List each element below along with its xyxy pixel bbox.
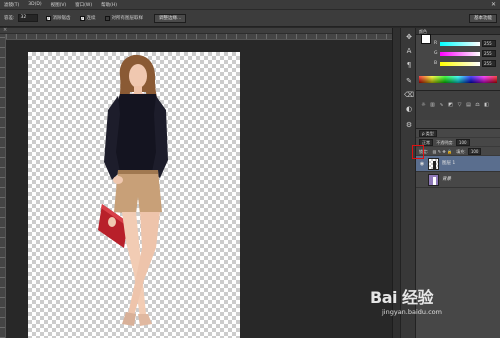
fill-field[interactable]: 100	[467, 148, 482, 155]
anti-alias-label: 消除锯齿	[52, 16, 71, 21]
blue-slider[interactable]	[440, 62, 480, 66]
close-tab-icon[interactable]: ×	[3, 27, 7, 33]
watermark-brand: Bai 经验	[370, 288, 434, 307]
menu-filter[interactable]: 滤镜(T)	[4, 2, 19, 8]
curves-icon[interactable]: ∿	[437, 101, 446, 109]
type-icon[interactable]: A	[404, 46, 414, 56]
menu-help[interactable]: 帮助(H)	[101, 2, 117, 8]
tolerance-label: 容差:	[4, 16, 15, 21]
color-panel: 颜色 R 255 G 255 B 255	[416, 28, 500, 90]
watermark-url: jingyan.baidu.com	[382, 308, 442, 316]
layer-filter-row: ρ 类型	[416, 129, 500, 138]
close-icon[interactable]: ✕	[489, 1, 498, 8]
visibility-highlight-box	[412, 145, 424, 159]
layer-name[interactable]: 背景	[442, 172, 451, 188]
hue-icon[interactable]: ▤	[464, 101, 473, 109]
fill-label: 填充:	[456, 149, 466, 154]
menu-bar: 滤镜(T) 3D(D) 视图(V) 窗口(W) 帮助(H) ✕	[0, 0, 500, 10]
eraser-icon[interactable]: ⌫	[404, 90, 414, 100]
adjustment-icons: ☼ ▥ ∿ ◩ ▽ ▤ ⚖ ◧	[419, 101, 497, 117]
blue-label: B	[434, 61, 438, 66]
menu-3d[interactable]: 3D(D)	[28, 2, 41, 7]
photoshop-window: 滤镜(T) 3D(D) 视图(V) 窗口(W) 帮助(H) ✕ 容差: 32 ✓…	[0, 0, 500, 338]
brightness-icon[interactable]: ☼	[419, 101, 428, 109]
exposure-icon[interactable]: ◩	[446, 101, 455, 109]
green-slider[interactable]	[440, 52, 480, 56]
red-label: R	[434, 41, 438, 46]
layer-name[interactable]: 图层 1	[442, 156, 455, 172]
tolerance-field[interactable]: 32	[17, 14, 38, 22]
foreground-swatch[interactable]	[421, 34, 431, 44]
layer-thumbnail	[428, 158, 439, 170]
balance-icon[interactable]: ⚖	[473, 101, 482, 109]
layer-row-background[interactable]: 背景	[416, 172, 500, 188]
opacity-label: 不透明度:	[436, 140, 454, 145]
anti-alias-checkbox[interactable]: ✓	[45, 15, 51, 21]
contiguous-label: 连续	[86, 16, 96, 21]
layer-thumbnail	[428, 174, 439, 186]
red-value[interactable]: 255	[482, 40, 496, 47]
lock-icons[interactable]: ▨ ✎ ✥ 🔒	[433, 149, 452, 154]
gear-icon[interactable]: ⚙	[404, 120, 414, 130]
layer-row-layer1[interactable]: ◉ 图层 1	[416, 156, 500, 172]
green-label: G	[434, 51, 438, 56]
document-canvas[interactable]	[28, 52, 240, 338]
workspace-button[interactable]: 基本功能	[469, 14, 497, 23]
options-bar: 容差: 32 ✓ 消除锯齿 ✓ 连续 对所有图层取样 调整边缘... 基本功能	[0, 10, 500, 27]
red-slider[interactable]	[440, 42, 480, 46]
move-icon[interactable]: ✥	[404, 32, 414, 42]
brush-icon[interactable]: ✎	[404, 76, 414, 86]
vibrance-icon[interactable]: ▽	[455, 101, 464, 109]
menu-view[interactable]: 视图(V)	[51, 2, 67, 8]
eye-icon[interactable]: ◉	[418, 160, 426, 168]
menu-window[interactable]: 窗口(W)	[75, 2, 92, 8]
visibility-toggle[interactable]	[418, 176, 426, 184]
baidu-watermark: Bai 经验 jingyan.baidu.com	[370, 284, 480, 320]
blue-slider-row: B 255	[434, 60, 496, 68]
model-photo	[98, 54, 168, 326]
contiguous-checkbox[interactable]: ✓	[79, 15, 85, 21]
ab-icon[interactable]: ¶	[404, 60, 414, 70]
adjust-icon[interactable]: ◐	[404, 104, 414, 114]
green-slider-row: G 255	[434, 50, 496, 58]
bw-icon[interactable]: ◧	[482, 101, 491, 109]
red-slider-row: R 255	[434, 40, 496, 48]
green-value[interactable]: 255	[482, 50, 496, 57]
sample-all-checkbox[interactable]	[104, 15, 110, 21]
layer-filter-select[interactable]: ρ 类型	[419, 130, 437, 137]
lock-fill-row: 锁定: ▨ ✎ ✥ 🔒 填充: 100	[416, 147, 500, 156]
levels-icon[interactable]: ▥	[428, 101, 437, 109]
canvas-area[interactable]	[6, 40, 392, 338]
blend-opacity-row: 正常 不透明度: 100	[416, 138, 500, 147]
blue-value[interactable]: 255	[482, 60, 496, 67]
color-spectrum[interactable]	[419, 76, 497, 83]
refine-edge-button[interactable]: 调整边缘...	[154, 13, 187, 23]
adjustments-panel: ☼ ▥ ∿ ◩ ▽ ▤ ⚖ ◧	[416, 90, 500, 120]
opacity-field[interactable]: 100	[455, 139, 470, 146]
sample-all-label: 对所有图层取样	[111, 16, 144, 21]
